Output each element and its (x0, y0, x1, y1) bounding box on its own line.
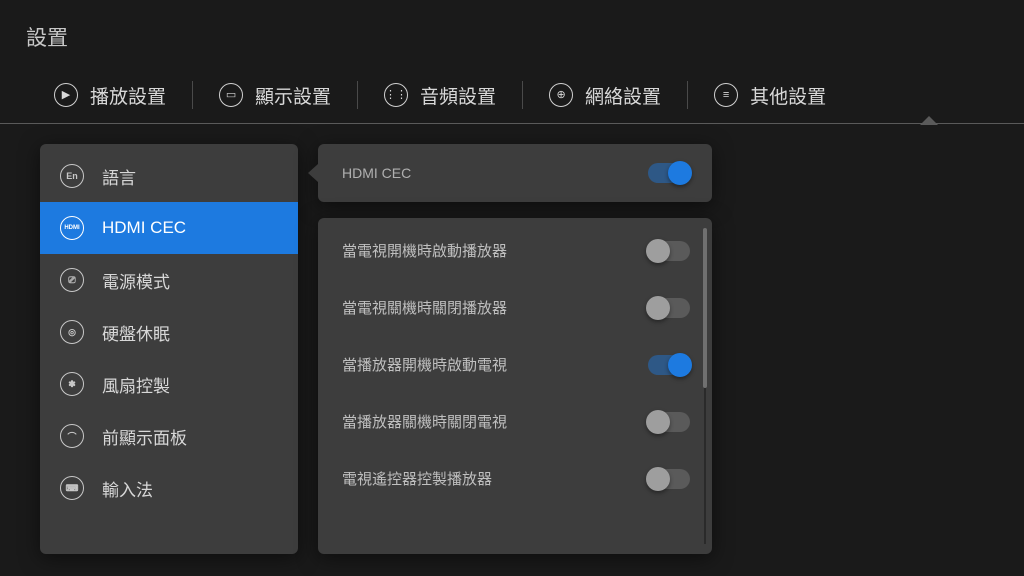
tab-audio[interactable]: ⋮⋮ 音頻設置 (364, 76, 516, 114)
sidebar-item-label: HDMI CEC (102, 218, 186, 238)
content-header-card: HDMI CEC (318, 144, 712, 202)
tab-label: 顯示設置 (255, 82, 331, 109)
tab-separator (687, 81, 688, 109)
sidebar-item-front-panel[interactable]: ⌒ 前顯示面板 (40, 410, 298, 462)
option-label: 當播放器開機時啟動電視 (342, 354, 507, 375)
option-player-on-start-tv[interactable]: 當播放器開機時啟動電視 (318, 336, 712, 393)
top-tabs: ▶ 播放設置 ▭ 顯示設置 ⋮⋮ 音頻設置 ⊕ 網絡設置 ≡ 其他設置 (0, 66, 1024, 124)
content-options-body: 當電視開機時啟動播放器 當電視關機時關閉播放器 當播放器開機時啟動電視 當播放器… (318, 218, 712, 554)
content-header-label: HDMI CEC (342, 165, 411, 181)
option-toggle[interactable] (648, 469, 690, 489)
equalizer-icon: ⋮⋮ (384, 83, 408, 107)
hdmi-cec-toggle[interactable] (648, 163, 690, 183)
tab-label: 網絡設置 (585, 82, 661, 109)
option-tv-remote-control-player[interactable]: 電視遙控器控製播放器 (318, 450, 712, 507)
option-label: 當播放器關機時關閉電視 (342, 411, 507, 432)
sidebar-item-label: 輸入法 (102, 476, 153, 501)
content-header: HDMI CEC (318, 144, 712, 202)
option-tv-off-stop-player[interactable]: 當電視關機時關閉播放器 (318, 279, 712, 336)
tab-separator (357, 81, 358, 109)
fan-icon: ✽ (60, 372, 84, 396)
sidebar-item-fan[interactable]: ✽ 風扇控製 (40, 358, 298, 410)
option-tv-on-start-player[interactable]: 當電視開機時啟動播放器 (318, 222, 712, 279)
sidebar-item-power-mode[interactable]: ⎚ 電源模式 (40, 254, 298, 306)
tab-label: 播放設置 (90, 82, 166, 109)
tab-other[interactable]: ≡ 其他設置 (694, 76, 846, 114)
sidebar-item-label: 電源模式 (102, 268, 170, 293)
front-panel-icon: ⌒ (60, 424, 84, 448)
option-toggle[interactable] (648, 412, 690, 432)
page-title: 設置 (0, 0, 1024, 52)
tab-display[interactable]: ▭ 顯示設置 (199, 76, 351, 114)
content-column: HDMI CEC 當電視開機時啟動播放器 當電視關機時關閉播放器 當播放器開機時… (318, 144, 712, 554)
option-label: 電視遙控器控製播放器 (342, 468, 492, 489)
option-label: 當電視開機時啟動播放器 (342, 240, 507, 261)
sidebar-item-hdd-sleep[interactable]: ◎ 硬盤休眠 (40, 306, 298, 358)
tab-separator (192, 81, 193, 109)
hdd-sleep-icon: ◎ (60, 320, 84, 344)
tab-separator (522, 81, 523, 109)
option-toggle[interactable] (648, 355, 690, 375)
sidebar: En 語言 HDMI HDMI CEC ⎚ 電源模式 ◎ 硬盤休眠 ✽ 風扇控製… (40, 144, 298, 554)
sidebar-item-language[interactable]: En 語言 (40, 150, 298, 202)
play-icon: ▶ (54, 83, 78, 107)
sidebar-item-label: 硬盤休眠 (102, 320, 170, 345)
language-icon: En (60, 164, 84, 188)
keyboard-icon: ⌨ (60, 476, 84, 500)
tab-label: 音頻設置 (420, 82, 496, 109)
tab-label: 其他設置 (750, 82, 826, 109)
content-options-card: 當電視開機時啟動播放器 當電視關機時關閉播放器 當播放器開機時啟動電視 當播放器… (318, 218, 712, 554)
sidebar-item-label: 語言 (102, 164, 136, 189)
option-player-off-stop-tv[interactable]: 當播放器關機時關閉電視 (318, 393, 712, 450)
sidebar-item-label: 前顯示面板 (102, 424, 187, 449)
monitor-icon: ▭ (219, 83, 243, 107)
sidebar-item-input[interactable]: ⌨ 輸入法 (40, 462, 298, 514)
option-toggle[interactable] (648, 298, 690, 318)
scrollbar-thumb[interactable] (703, 228, 707, 388)
list-icon: ≡ (714, 83, 738, 107)
sidebar-item-hdmi-cec[interactable]: HDMI HDMI CEC (40, 202, 298, 254)
active-tab-indicator (920, 116, 938, 125)
option-label: 當電視關機時關閉播放器 (342, 297, 507, 318)
sidebar-item-label: 風扇控製 (102, 372, 170, 397)
hdmi-cec-icon: HDMI (60, 216, 84, 240)
tab-playback[interactable]: ▶ 播放設置 (34, 76, 186, 114)
globe-icon: ⊕ (549, 83, 573, 107)
main-area: En 語言 HDMI HDMI CEC ⎚ 電源模式 ◎ 硬盤休眠 ✽ 風扇控製… (0, 124, 1024, 554)
option-toggle[interactable] (648, 241, 690, 261)
tab-network[interactable]: ⊕ 網絡設置 (529, 76, 681, 114)
power-mode-icon: ⎚ (60, 268, 84, 292)
